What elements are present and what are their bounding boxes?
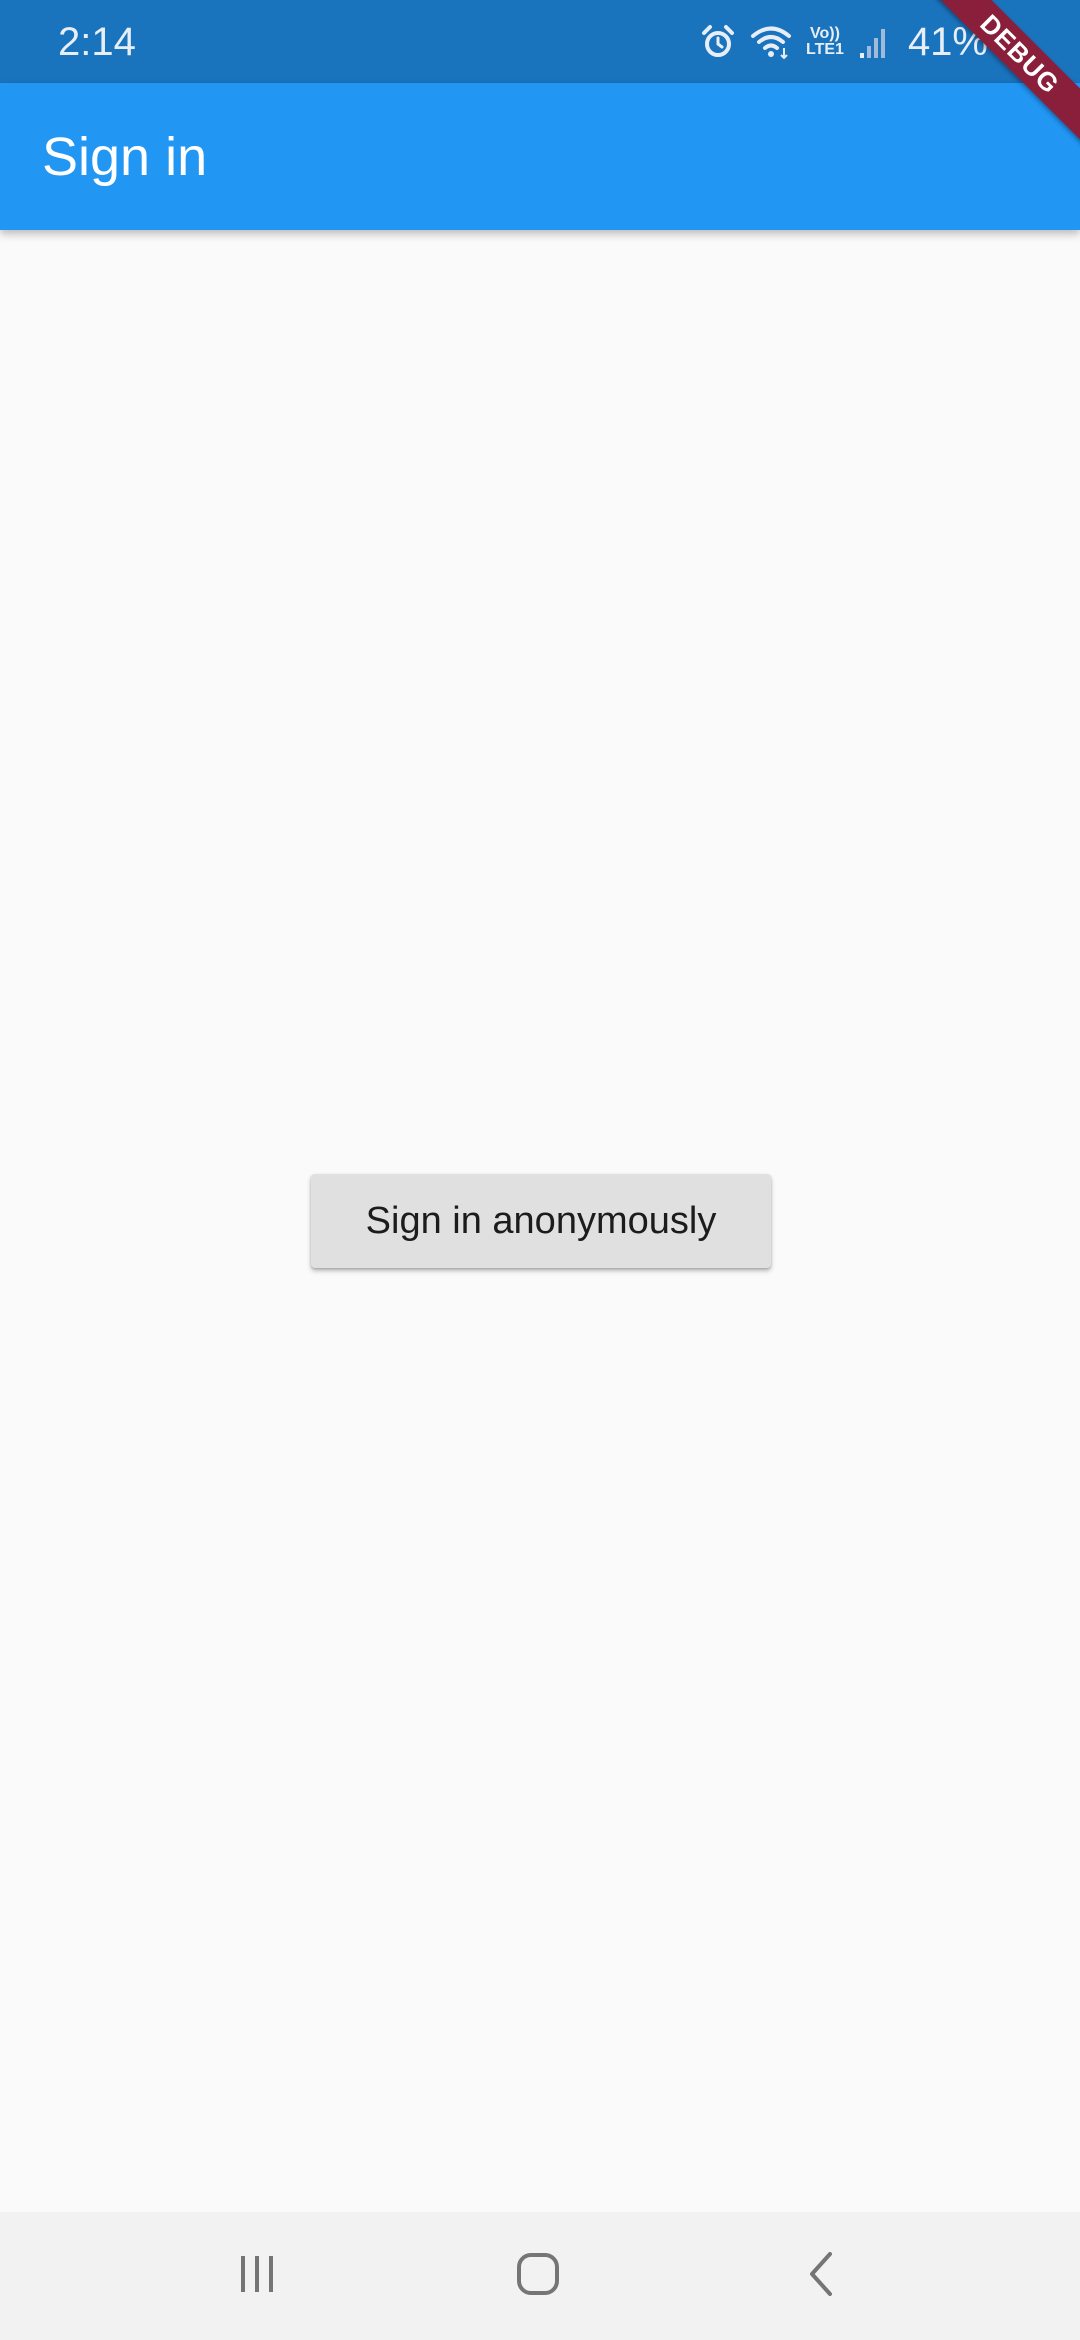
page-title: Sign in — [42, 127, 208, 187]
home-button[interactable] — [488, 2236, 588, 2316]
status-bar: 2:14 Vo)) LTE1 41% — [0, 0, 1080, 83]
back-button[interactable] — [770, 2236, 870, 2316]
battery-icon — [1002, 24, 1022, 60]
status-icons: Vo)) LTE1 41% — [700, 14, 1022, 70]
wifi-icon — [750, 24, 792, 60]
back-icon — [802, 2250, 838, 2303]
sign-in-anonymously-button[interactable]: Sign in anonymously — [311, 1174, 771, 1268]
app-bar: Sign in — [0, 83, 1080, 230]
home-icon — [514, 2250, 562, 2303]
signal-icon — [858, 25, 888, 59]
navigation-bar — [0, 2212, 1080, 2340]
recent-apps-button[interactable] — [207, 2236, 307, 2316]
battery-percent: 41% — [907, 20, 988, 64]
alarm-icon — [700, 24, 736, 60]
main-content: Sign in anonymously — [0, 230, 1080, 2212]
recent-apps-icon — [235, 2254, 279, 2299]
volte-lte-icon: Vo)) LTE1 — [806, 26, 844, 58]
status-time: 2:14 — [58, 20, 136, 64]
lte-label: LTE1 — [806, 41, 844, 58]
volte-label: Vo)) — [810, 25, 840, 42]
